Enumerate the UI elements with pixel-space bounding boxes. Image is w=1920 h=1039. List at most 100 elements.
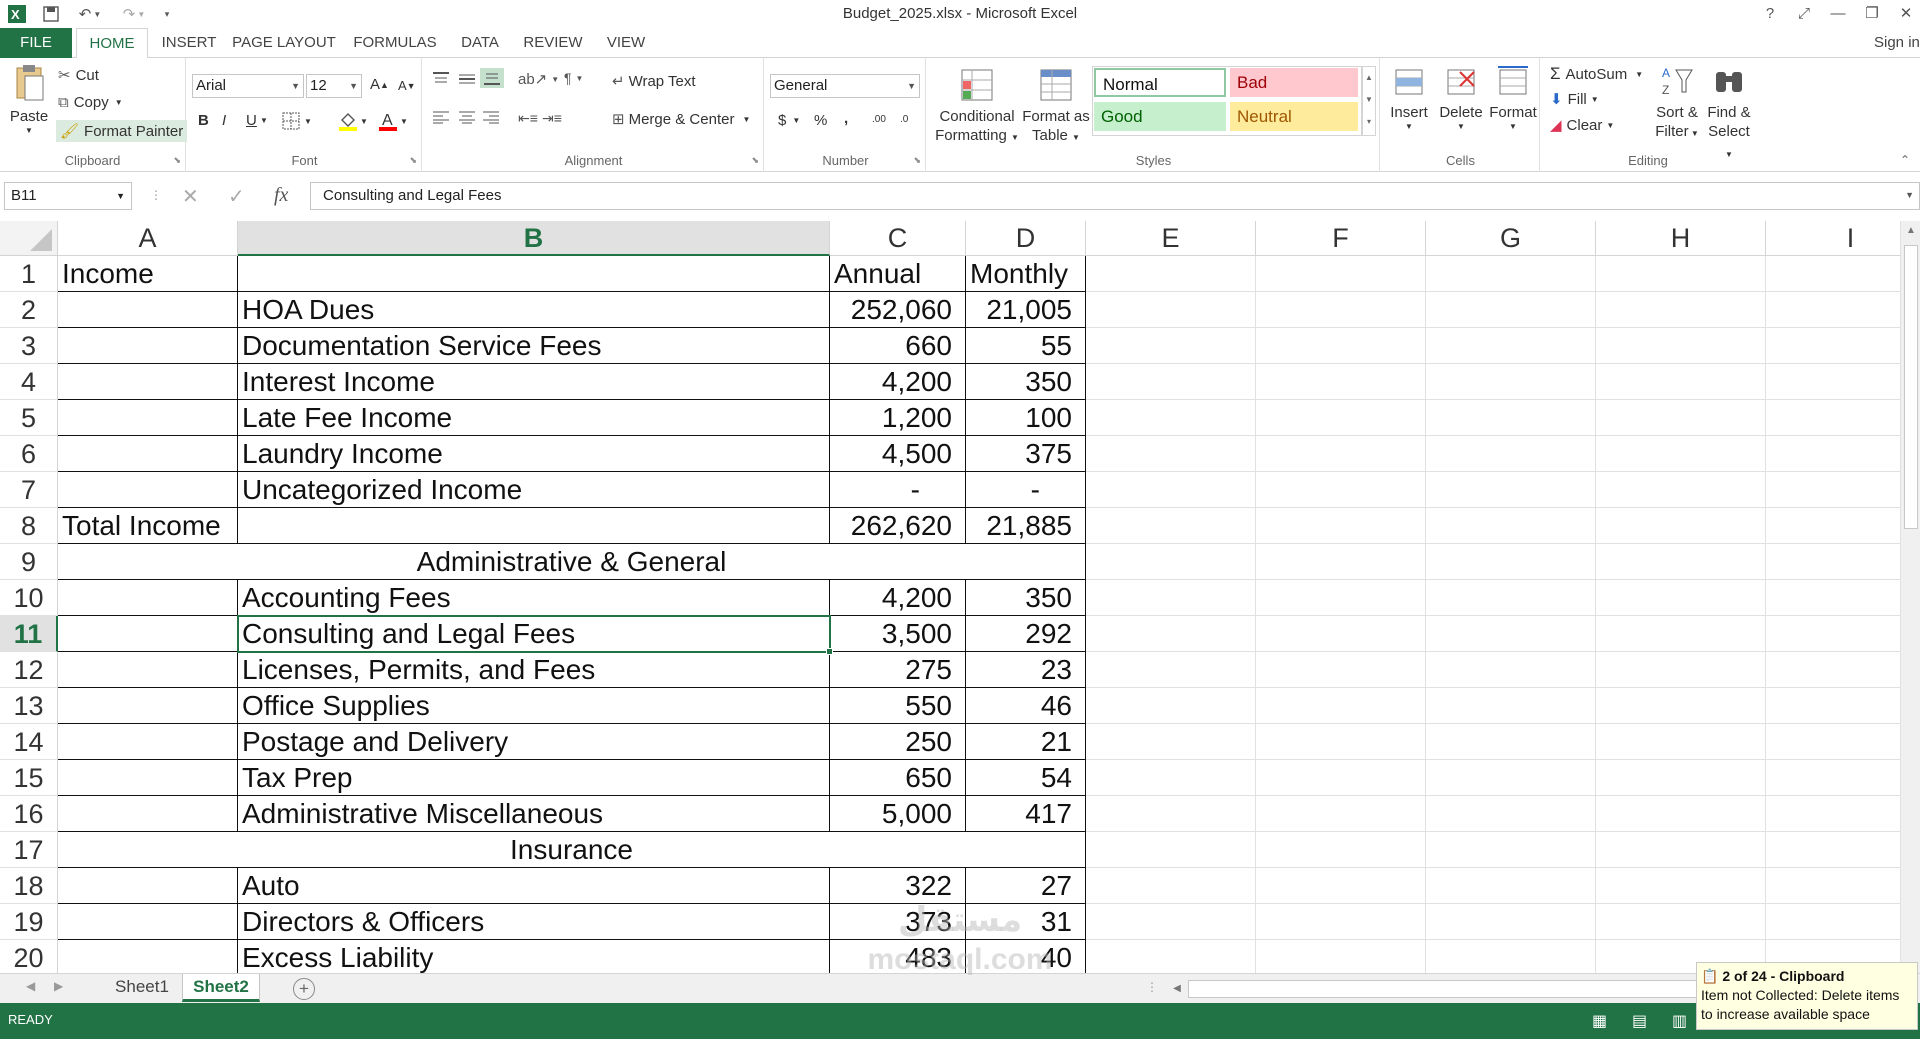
cell-f8[interactable]: [1256, 508, 1426, 544]
cell-b3[interactable]: Documentation Service Fees: [238, 328, 830, 364]
underline-dropdown-icon[interactable]: ▼: [260, 116, 268, 125]
row-header-6[interactable]: 6: [0, 436, 58, 472]
cell-c14[interactable]: 250: [830, 724, 966, 760]
cell-h10[interactable]: [1596, 580, 1766, 616]
row-header-16[interactable]: 16: [0, 796, 58, 832]
grow-font-button[interactable]: A ▲: [370, 76, 389, 93]
fill-color-icon[interactable]: ▼: [338, 110, 368, 132]
cell-f10[interactable]: [1256, 580, 1426, 616]
cell-h12[interactable]: [1596, 652, 1766, 688]
style-neutral[interactable]: Neutral: [1230, 102, 1358, 131]
cell-b14[interactable]: Postage and Delivery: [238, 724, 830, 760]
cell-d19[interactable]: 31: [966, 904, 1086, 940]
insert-function-button[interactable]: fx: [274, 184, 288, 207]
cell-e10[interactable]: [1086, 580, 1256, 616]
row-header-8[interactable]: 8: [0, 508, 58, 544]
cell-f13[interactable]: [1256, 688, 1426, 724]
cell-d7[interactable]: -: [966, 472, 1086, 508]
decrease-indent-icon[interactable]: ⇤≡: [518, 110, 538, 127]
cell-i7[interactable]: [1766, 472, 1920, 508]
cell-c16[interactable]: 5,000: [830, 796, 966, 832]
cell-c8[interactable]: 262,620: [830, 508, 966, 544]
row-header-11[interactable]: 11: [0, 616, 58, 652]
find-select-button[interactable]: Find & Select ▼: [1704, 64, 1754, 164]
cell-d2[interactable]: 21,005: [966, 292, 1086, 328]
cell-d20[interactable]: 40: [966, 940, 1086, 973]
select-all-corner[interactable]: [0, 221, 58, 256]
cell-f11[interactable]: [1256, 616, 1426, 652]
cell-g20[interactable]: [1426, 940, 1596, 973]
tab-insert[interactable]: INSERT: [156, 28, 222, 58]
cell-d6[interactable]: 375: [966, 436, 1086, 472]
paste-button[interactable]: Paste ▼: [6, 64, 52, 136]
fill-handle[interactable]: [826, 648, 833, 655]
cell-g14[interactable]: [1426, 724, 1596, 760]
cell-i15[interactable]: [1766, 760, 1920, 796]
sheet-tab-sheet1[interactable]: Sheet1: [100, 974, 184, 1002]
cell-a13[interactable]: [58, 688, 238, 724]
cell-e17[interactable]: [1086, 832, 1256, 868]
sheet-tab-sheet2[interactable]: Sheet2: [182, 974, 260, 1002]
cell-f17[interactable]: [1256, 832, 1426, 868]
number-format-combo[interactable]: General ▼: [770, 74, 920, 98]
next-sheet-icon[interactable]: ▶: [54, 979, 63, 993]
alignment-launcher-icon[interactable]: ⬊: [751, 155, 759, 166]
row-header-1[interactable]: 1: [0, 256, 58, 292]
percent-button[interactable]: %: [814, 112, 827, 129]
cell-f2[interactable]: [1256, 292, 1426, 328]
cell-h19[interactable]: [1596, 904, 1766, 940]
cell-f18[interactable]: [1256, 868, 1426, 904]
tab-split-grip-icon[interactable]: ⋮: [1146, 980, 1158, 994]
font-launcher-icon[interactable]: ⬊: [409, 155, 417, 166]
cell-g4[interactable]: [1426, 364, 1596, 400]
decrease-decimal-button[interactable]: .0: [900, 114, 908, 125]
merge-center-button[interactable]: ⊞ Merge & Center ▼: [612, 110, 750, 129]
middle-align-icon[interactable]: [458, 72, 476, 86]
restore-button[interactable]: ❐: [1858, 3, 1886, 25]
cell-b7[interactable]: Uncategorized Income: [238, 472, 830, 508]
style-gallery-scroll[interactable]: ▲ ▼ ▾: [1362, 66, 1376, 136]
cell-e3[interactable]: [1086, 328, 1256, 364]
cell-a2[interactable]: [58, 292, 238, 328]
cut-button[interactable]: ✂ Cut: [58, 66, 99, 85]
italic-button[interactable]: I: [222, 112, 226, 129]
cell-d13[interactable]: 46: [966, 688, 1086, 724]
cell-g18[interactable]: [1426, 868, 1596, 904]
scroll-up-icon[interactable]: ▲: [1901, 221, 1920, 241]
tab-home[interactable]: HOME: [76, 28, 148, 59]
cell-b12[interactable]: Licenses, Permits, and Fees: [238, 652, 830, 688]
cell-g6[interactable]: [1426, 436, 1596, 472]
cell-i3[interactable]: [1766, 328, 1920, 364]
cell-d4[interactable]: 350: [966, 364, 1086, 400]
cell-i18[interactable]: [1766, 868, 1920, 904]
cell-g5[interactable]: [1426, 400, 1596, 436]
cell-c13[interactable]: 550: [830, 688, 966, 724]
cell-g8[interactable]: [1426, 508, 1596, 544]
help-icon[interactable]: ?: [1756, 3, 1784, 25]
tab-file[interactable]: FILE: [0, 28, 72, 58]
cell-i11[interactable]: [1766, 616, 1920, 652]
cell-e8[interactable]: [1086, 508, 1256, 544]
cell-e12[interactable]: [1086, 652, 1256, 688]
autosum-button[interactable]: Σ AutoSum ▼: [1550, 64, 1643, 84]
cell-h11[interactable]: [1596, 616, 1766, 652]
row-header-19[interactable]: 19: [0, 904, 58, 940]
cell-a4[interactable]: [58, 364, 238, 400]
cell-c3[interactable]: 660: [830, 328, 966, 364]
cell-a14[interactable]: [58, 724, 238, 760]
cell-i8[interactable]: [1766, 508, 1920, 544]
cell-a15[interactable]: [58, 760, 238, 796]
sign-in-link[interactable]: Sign in: [1874, 28, 1920, 58]
cell-e18[interactable]: [1086, 868, 1256, 904]
borders-icon[interactable]: ▼: [282, 112, 312, 130]
orientation-icon[interactable]: ab↗ ▼: [518, 70, 559, 88]
cell-h13[interactable]: [1596, 688, 1766, 724]
style-bad[interactable]: Bad: [1230, 68, 1358, 97]
prev-sheet-icon[interactable]: ◀: [26, 979, 35, 993]
sort-filter-button[interactable]: AZ Sort & Filter ▼: [1652, 64, 1702, 143]
align-right-icon[interactable]: [482, 110, 500, 124]
shrink-font-button[interactable]: A ▼: [398, 78, 416, 93]
cell-c4[interactable]: 4,200: [830, 364, 966, 400]
style-good[interactable]: Good: [1094, 102, 1226, 131]
format-as-table-button[interactable]: Format as Table ▼: [1022, 68, 1090, 147]
